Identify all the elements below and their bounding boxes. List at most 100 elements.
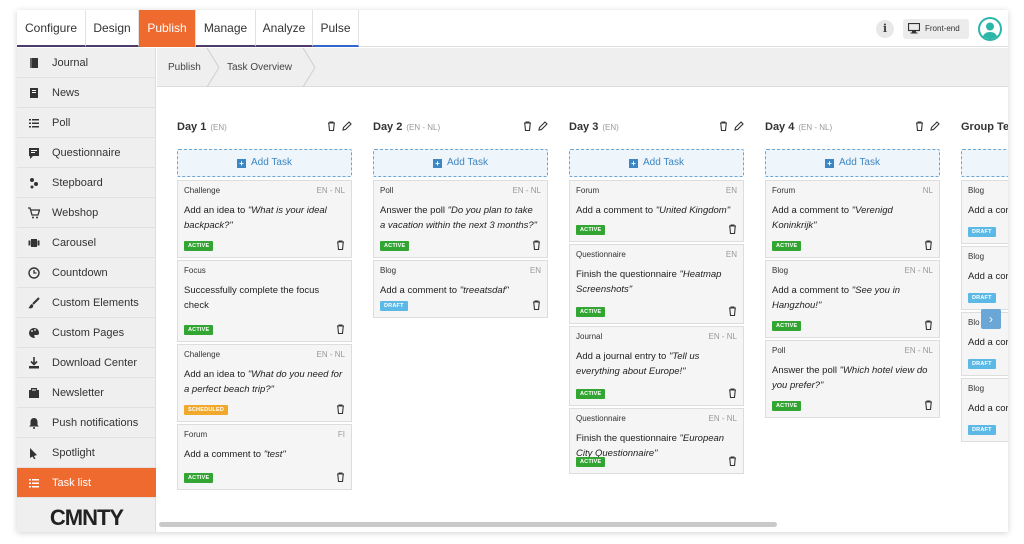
- task-description: Successfully complete the focus check: [184, 283, 344, 313]
- trash-icon[interactable]: [728, 388, 737, 398]
- trash-icon[interactable]: [924, 240, 933, 250]
- breadcrumb-publish[interactable]: Publish: [168, 48, 201, 87]
- sidebar-item-label: Download Center: [52, 357, 137, 369]
- edit-icon[interactable]: [538, 121, 548, 131]
- sidebar-item-custom-pages[interactable]: Custom Pages: [17, 318, 156, 348]
- trash-icon[interactable]: [924, 400, 933, 410]
- sidebar-item-label: Poll: [52, 117, 71, 129]
- task-card[interactable]: Forum EN Add a comment to "United Kingdom"…: [569, 180, 744, 242]
- task-type: Forum: [772, 186, 796, 195]
- horizontal-scrollbar[interactable]: [159, 522, 777, 527]
- sidebar-item-journal[interactable]: Journal: [17, 48, 156, 78]
- sidebar-item-push-notifications[interactable]: Push notifications: [17, 408, 156, 438]
- trash-icon[interactable]: [336, 404, 345, 414]
- sidebar-item-webshop[interactable]: Webshop: [17, 198, 156, 228]
- trash-icon[interactable]: [728, 456, 737, 466]
- edit-icon[interactable]: [734, 121, 744, 131]
- task-card[interactable]: Questionnaire EN - NL Finish the questionn…: [569, 408, 744, 474]
- monitor-icon: [908, 23, 920, 34]
- task-description: Add an idea to "What is your ideal backp…: [184, 203, 344, 233]
- sidebar-item-questionnaire[interactable]: Questionnaire: [17, 138, 156, 168]
- task-card[interactable]: Forum NL Add a comment to "Verenigd Konink…: [765, 180, 940, 258]
- task-card[interactable]: Forum FI Add a comment to "test" ACTIVE: [177, 424, 352, 490]
- avatar[interactable]: [978, 17, 1002, 41]
- breadcrumb-task-overview[interactable]: Task Overview: [227, 48, 292, 87]
- sidebar-item-carousel[interactable]: Carousel: [17, 228, 156, 258]
- trash-icon[interactable]: [719, 121, 728, 132]
- sidebar-item-newsletter[interactable]: Newsletter: [17, 378, 156, 408]
- add-task-button[interactable]: + Add Task: [373, 149, 548, 177]
- status-badge: ACTIVE: [576, 225, 606, 235]
- task-type: Challenge: [184, 186, 221, 195]
- column-header: Day 4 (EN - NL): [765, 121, 940, 135]
- column-lang: (EN - NL): [406, 123, 441, 132]
- column-lang: (EN - NL): [798, 123, 833, 132]
- trash-icon[interactable]: [915, 121, 924, 132]
- task-text: Add a journal entry to: [576, 351, 669, 362]
- trash-icon[interactable]: [924, 320, 933, 330]
- task-card[interactable]: Challenge EN - NL Add an idea to "What do …: [177, 344, 352, 422]
- task-card[interactable]: Questionnaire EN Finish the questionnaire …: [569, 244, 744, 324]
- task-card[interactable]: Blog Add a cor DRAFT: [961, 180, 1008, 244]
- trash-icon[interactable]: [728, 306, 737, 316]
- task-type: Forum: [576, 186, 600, 195]
- trash-icon[interactable]: [336, 472, 345, 482]
- task-card[interactable]: Blog Add a cor DRAFT: [961, 246, 1008, 310]
- task-quote: "United Kingdom": [655, 205, 731, 216]
- trash-icon[interactable]: [336, 240, 345, 250]
- task-card[interactable]: Blog EN Add a comment to "treeatsdaf" DRAFT: [373, 260, 548, 318]
- frontend-button[interactable]: Front-end: [903, 19, 969, 39]
- newsletter-icon: [29, 388, 39, 398]
- tab-configure[interactable]: Configure: [17, 10, 86, 47]
- add-task-button[interactable]: [961, 149, 1008, 177]
- brush-icon: [28, 297, 40, 309]
- task-card[interactable]: Blog EN - NL Add a comment to "See you in …: [765, 260, 940, 338]
- trash-icon[interactable]: [728, 224, 737, 234]
- task-card[interactable]: Focus Successfully complete the focus che…: [177, 260, 352, 342]
- sidebar-item-stepboard[interactable]: Stepboard: [17, 168, 156, 198]
- info-button[interactable]: i: [876, 20, 894, 38]
- status-badge: ACTIVE: [576, 389, 606, 399]
- edit-icon[interactable]: [342, 121, 352, 131]
- add-task-button[interactable]: + Add Task: [177, 149, 352, 177]
- task-card[interactable]: Poll EN - NL Answer the poll "Which hotel …: [765, 340, 940, 418]
- add-task-button[interactable]: + Add Task: [569, 149, 744, 177]
- edit-icon[interactable]: [930, 121, 940, 131]
- status-badge: ACTIVE: [576, 307, 606, 317]
- status-badge: DRAFT: [968, 293, 996, 303]
- tab-pulse[interactable]: Pulse: [313, 10, 359, 47]
- task-type: Focus: [184, 266, 206, 275]
- sidebar-item-news[interactable]: News: [17, 78, 156, 108]
- scroll-right-button[interactable]: ›: [981, 309, 1001, 329]
- task-lang: EN: [725, 186, 737, 195]
- add-task-button[interactable]: + Add Task: [765, 149, 940, 177]
- task-card[interactable]: Poll EN - NL Answer the poll "Do you plan …: [373, 180, 548, 258]
- sidebar-item-custom-elements[interactable]: Custom Elements: [17, 288, 156, 318]
- trash-icon[interactable]: [532, 300, 541, 310]
- status-badge: ACTIVE: [380, 241, 410, 251]
- task-description: Add an idea to "What do you need for a p…: [184, 367, 344, 397]
- trash-icon[interactable]: [532, 240, 541, 250]
- task-text: Finish the questionnaire: [576, 433, 680, 444]
- status-badge: ACTIVE: [184, 325, 214, 335]
- sidebar-item-spotlight[interactable]: Spotlight: [17, 438, 156, 468]
- tab-analyze[interactable]: Analyze: [256, 10, 313, 47]
- task-type: Blog: [968, 186, 985, 195]
- trash-icon[interactable]: [336, 324, 345, 334]
- sidebar-item-poll[interactable]: Poll: [17, 108, 156, 138]
- tab-manage[interactable]: Manage: [196, 10, 256, 47]
- sidebar-item-countdown[interactable]: Countdown: [17, 258, 156, 288]
- task-card[interactable]: Blog Add a cor DRAFT: [961, 378, 1008, 442]
- tab-design[interactable]: Design: [86, 10, 139, 47]
- trash-icon[interactable]: [523, 121, 532, 132]
- column-title: Group Tes: [961, 121, 1008, 133]
- trash-icon[interactable]: [327, 121, 336, 132]
- tab-publish[interactable]: Publish: [139, 10, 196, 47]
- task-card[interactable]: Journal EN - NL Add a journal entry to "Te…: [569, 326, 744, 406]
- task-card[interactable]: Challenge EN - NL Add an idea to "What is …: [177, 180, 352, 258]
- task-lang: EN - NL: [708, 332, 737, 341]
- bell-icon: [29, 418, 39, 429]
- sidebar-item-download-center[interactable]: Download Center: [17, 348, 156, 378]
- task-text: Answer the poll: [772, 365, 840, 376]
- sidebar-item-task-list[interactable]: Task list: [17, 468, 156, 498]
